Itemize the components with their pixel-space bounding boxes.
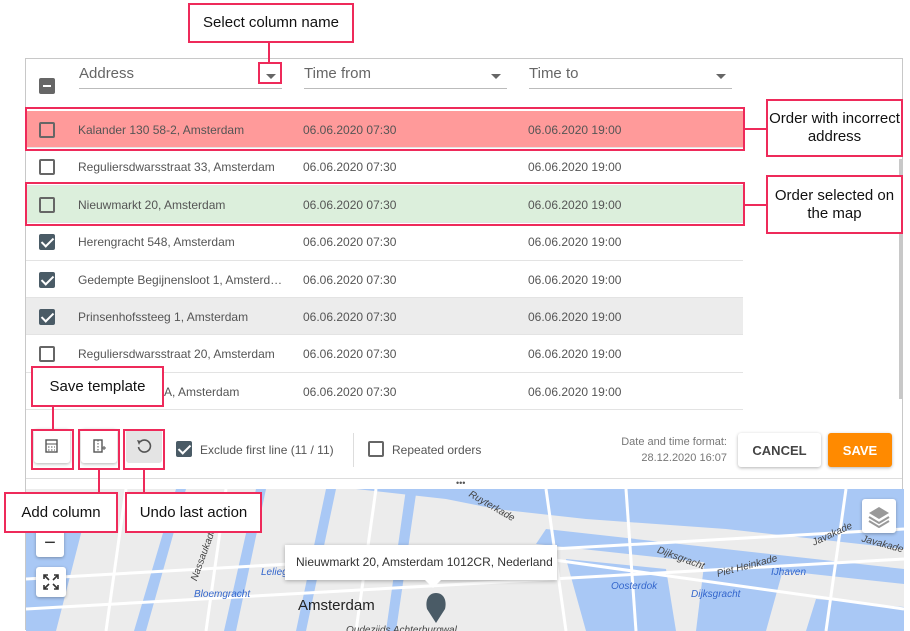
time-to-cell: 06.06.2020 19:00 bbox=[528, 272, 622, 287]
callout-undo: Undo last action bbox=[125, 492, 262, 533]
fullscreen-button[interactable] bbox=[36, 567, 66, 597]
time-to-cell: 06.06.2020 19:00 bbox=[528, 309, 622, 324]
callout-line bbox=[52, 407, 54, 429]
layers-icon bbox=[868, 507, 890, 528]
table-row[interactable]: Prinsenhofssteeg 1, Amsterdam 06.06.2020… bbox=[26, 297, 743, 336]
column-select-time-to[interactable]: Time to bbox=[529, 65, 732, 89]
callout-add-column: Add column bbox=[4, 492, 118, 533]
row-checkbox[interactable] bbox=[39, 159, 55, 176]
highlight-add-column bbox=[78, 429, 120, 470]
callout-line bbox=[143, 470, 145, 492]
address-cell: Herengracht 548, Amsterdam bbox=[78, 235, 235, 250]
row-checkbox[interactable] bbox=[39, 234, 55, 251]
date-format-value: 28.12.2020 16:07 bbox=[641, 452, 727, 464]
column-select-address[interactable]: Address bbox=[79, 65, 282, 89]
resize-handle[interactable]: ••• bbox=[456, 479, 465, 488]
callout-line bbox=[745, 128, 766, 130]
time-from-cell: 06.06.2020 07:30 bbox=[303, 235, 397, 250]
time-from-cell: 06.06.2020 07:30 bbox=[303, 384, 397, 399]
table-row[interactable]: Gedempte Begijnensloot 1, Amsterd… 06.06… bbox=[26, 261, 743, 298]
highlight-error-row bbox=[25, 107, 745, 151]
callout-line bbox=[745, 204, 766, 206]
callout-line bbox=[98, 470, 100, 492]
row-checkbox[interactable] bbox=[39, 271, 55, 288]
time-from-cell: 06.06.2020 07:30 bbox=[303, 347, 397, 362]
chevron-down-icon bbox=[716, 74, 726, 79]
time-from-cell: 06.06.2020 07:30 bbox=[303, 309, 397, 324]
time-to-cell: 06.06.2020 19:00 bbox=[528, 384, 622, 399]
exclude-first-line-checkbox[interactable] bbox=[176, 441, 192, 457]
address-popup: Nieuwmarkt 20, Amsterdam 1012CR, Nederla… bbox=[285, 545, 557, 588]
callout-line bbox=[268, 43, 270, 62]
callout-selected-on-map: Order selected on the map bbox=[766, 175, 903, 234]
expand-icon bbox=[43, 574, 59, 590]
map-label: Dijksgracht bbox=[691, 589, 741, 600]
time-from-cell: 06.06.2020 07:30 bbox=[303, 160, 397, 175]
zoom-out-button[interactable]: − bbox=[36, 529, 64, 557]
map-marker-icon[interactable] bbox=[424, 593, 448, 623]
time-to-cell: 06.06.2020 19:00 bbox=[528, 235, 622, 250]
map-label: Oudezijds Achterburgwal bbox=[346, 625, 457, 631]
column-select-time-from[interactable]: Time from bbox=[304, 65, 507, 89]
callout-select-column: Select column name bbox=[188, 3, 354, 43]
address-cell: A, Amsterdam bbox=[164, 384, 240, 399]
select-all-checkbox[interactable] bbox=[39, 78, 55, 94]
row-checkbox[interactable] bbox=[39, 346, 55, 363]
chevron-down-icon bbox=[491, 74, 501, 79]
address-cell: Prinsenhofssteeg 1, Amsterdam bbox=[78, 309, 249, 324]
highlight-column-dropdown bbox=[258, 62, 282, 84]
exclude-first-line-label: Exclude first line (11 / 11) bbox=[200, 443, 334, 457]
city-label: Amsterdam bbox=[298, 597, 375, 614]
table-row[interactable]: Herengracht 548, Amsterdam 06.06.2020 07… bbox=[26, 223, 743, 261]
divider bbox=[353, 433, 354, 467]
address-cell: Reguliersdwarsstraat 20, Amsterdam bbox=[78, 347, 275, 362]
layers-button[interactable] bbox=[862, 499, 896, 533]
map-label: Oosterdok bbox=[611, 581, 658, 592]
save-button[interactable]: SAVE bbox=[828, 433, 892, 467]
address-cell: Reguliersdwarsstraat 33, Amsterdam bbox=[78, 160, 275, 175]
highlight-selected-row bbox=[25, 182, 745, 226]
highlight-undo bbox=[123, 429, 165, 470]
callout-incorrect-address: Order with incorrect address bbox=[766, 99, 903, 157]
repeated-orders-checkbox[interactable] bbox=[368, 441, 384, 457]
time-to-cell: 06.06.2020 19:00 bbox=[528, 347, 622, 362]
repeated-orders-label: Repeated orders bbox=[392, 443, 482, 457]
time-from-cell: 06.06.2020 07:30 bbox=[303, 272, 397, 287]
time-to-cell: 06.06.2020 19:00 bbox=[528, 160, 622, 175]
map-label: Bloemgracht bbox=[194, 589, 251, 600]
address-cell: Gedempte Begijnensloot 1, Amsterd… bbox=[78, 272, 283, 287]
table-row[interactable]: Reguliersdwarsstraat 33, Amsterdam 06.06… bbox=[26, 148, 743, 186]
highlight-save-template bbox=[31, 429, 74, 470]
callout-save-template: Save template bbox=[31, 366, 164, 407]
row-checkbox[interactable] bbox=[39, 308, 55, 325]
date-format-label: Date and time format: bbox=[621, 436, 727, 448]
cancel-button[interactable]: CANCEL bbox=[738, 433, 821, 467]
map-label: IJhaven bbox=[771, 567, 807, 578]
